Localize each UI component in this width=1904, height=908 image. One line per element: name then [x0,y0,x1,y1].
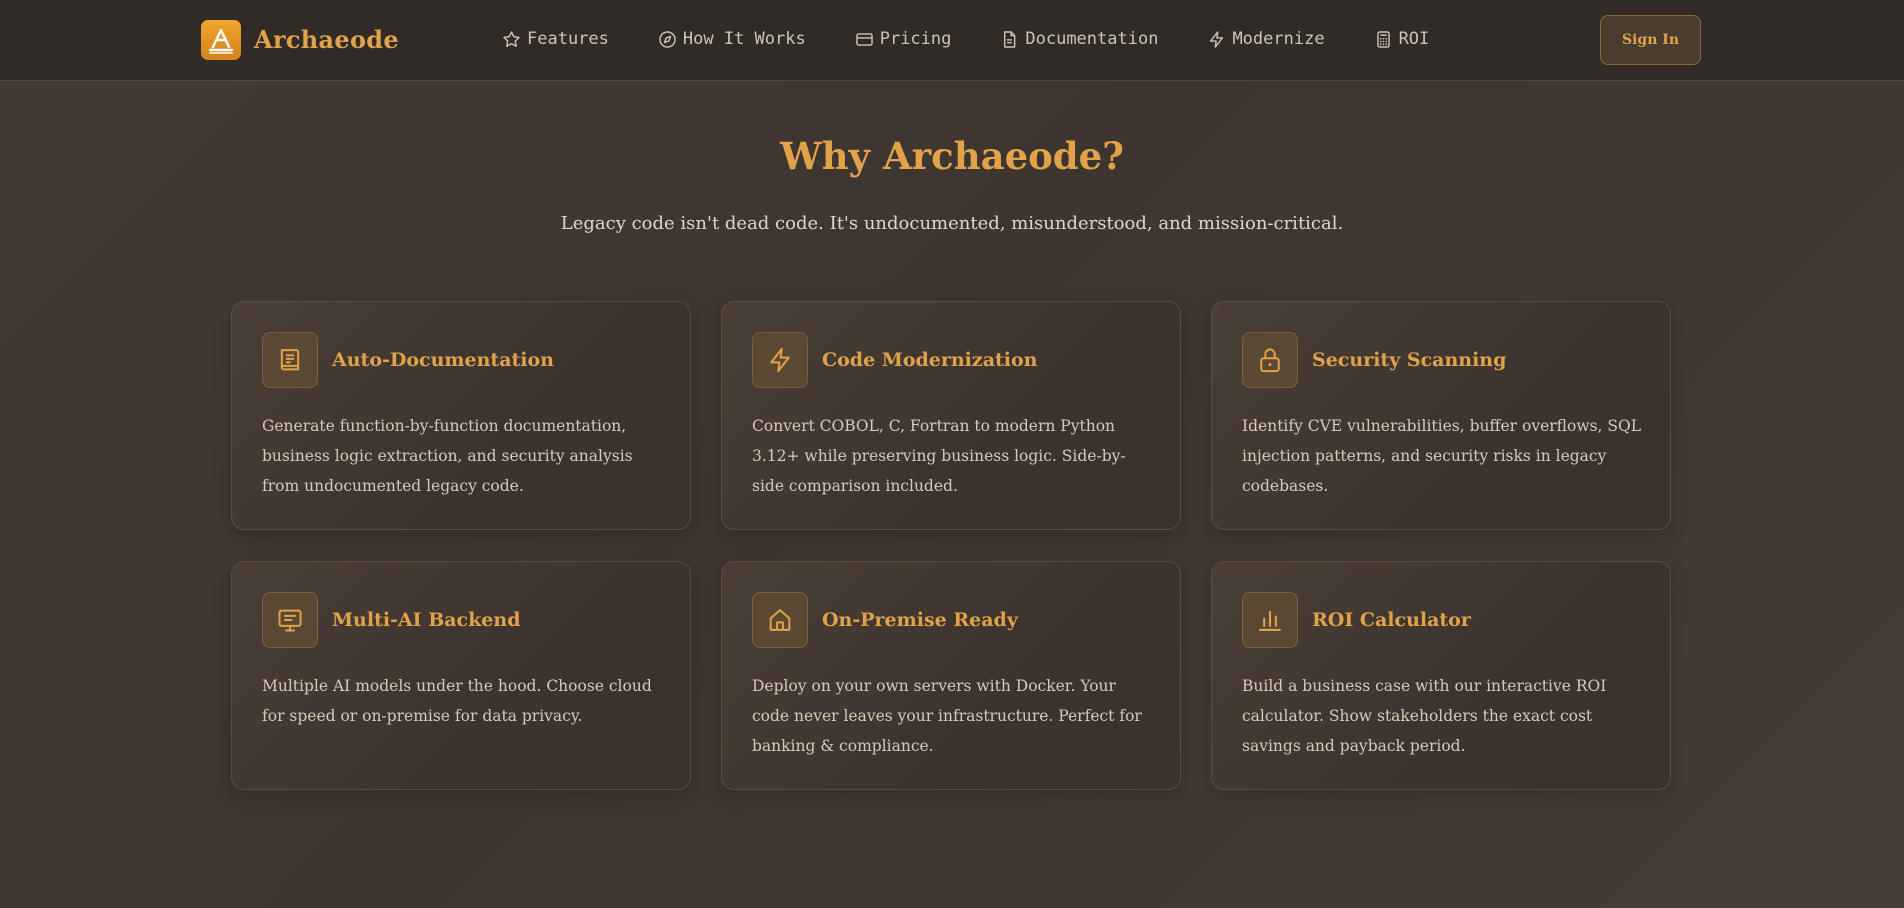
nav-link-label: Modernize [1232,29,1325,49]
credit-card-icon [855,32,873,46]
feature-title: Auto-Documentation [332,349,554,371]
nav-links: Features How It Works Pricing Documentat… [502,26,1429,52]
nav-link-label: ROI [1398,29,1430,49]
lightning-icon [1210,30,1224,48]
lightning-icon [752,332,808,388]
nav-link-roi[interactable]: ROI [1374,29,1430,49]
nav-link-modernize[interactable]: Modernize [1207,29,1325,49]
document-icon [1004,30,1016,48]
feature-card-auto-documentation: Auto-Documentation Generate function-by-… [231,301,691,530]
feature-description: Convert COBOL, C, Fortran to modern Pyth… [752,417,1126,495]
feature-description: Generate function-by-function documentat… [262,417,633,495]
feature-description: Build a business case with our interacti… [1242,677,1607,755]
compass-icon [659,30,676,48]
feature-description: Multiple AI models under the hood. Choos… [262,677,652,725]
feature-description: Identify CVE vulnerabilities, buffer ove… [1242,417,1642,495]
features-grid: Auto-Documentation Generate function-by-… [231,301,1672,790]
bar-chart-icon [1242,592,1298,648]
nav-link-label: Pricing [879,29,952,49]
monitor-icon [262,592,318,648]
feature-title: Security Scanning [1312,349,1507,371]
page-subtitle: Legacy code isn't dead code. It's undocu… [560,213,1344,234]
nav-link-label: How It Works [682,29,806,49]
arch-logo-icon [201,19,241,60]
calculator-icon [1376,30,1390,48]
feature-description: Deploy on your own servers with Docker. … [752,677,1142,755]
top-navbar: Archaeode Features How It Works Pricing … [0,0,1904,81]
nav-link-pricing[interactable]: Pricing [855,29,952,49]
feature-title: Multi-AI Backend [332,609,521,631]
brand-logo-link[interactable]: Archaeode [201,19,399,60]
feature-title: Code Modernization [822,349,1038,371]
lock-icon [1242,332,1298,388]
home-icon [752,592,808,648]
feature-card-roi-calculator: ROI Calculator Build a business case wit… [1211,561,1671,790]
feature-card-on-premise-ready: On-Premise Ready Deploy on your own serv… [721,561,1181,790]
feature-card-code-modernization: Code Modernization Convert COBOL, C, For… [721,301,1181,530]
feature-card-security-scanning: Security Scanning Identify CVE vulnerabi… [1211,301,1671,530]
brand-name: Archaeode [254,25,399,54]
feature-title: On-Premise Ready [822,609,1018,631]
nav-link-documentation[interactable]: Documentation [1000,29,1158,49]
nav-link-how-it-works[interactable]: How It Works [658,29,806,49]
nav-link-features[interactable]: Features [502,29,609,49]
page-title: Why Archaeode? [780,134,1124,178]
sign-in-button[interactable]: Sign In [1600,15,1701,65]
book-icon [262,332,318,388]
feature-card-multi-ai-backend: Multi-AI Backend Multiple AI models unde… [231,561,691,790]
star-icon [503,30,520,47]
nav-link-label: Documentation [1025,29,1159,49]
feature-title: ROI Calculator [1312,609,1471,631]
nav-link-label: Features [527,29,609,49]
